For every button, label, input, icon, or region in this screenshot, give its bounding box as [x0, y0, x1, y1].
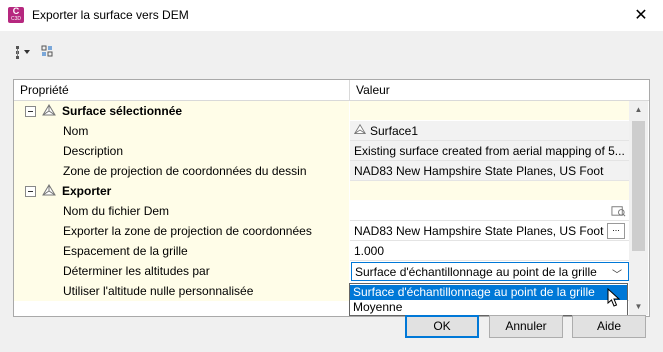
scroll-thumb[interactable]	[632, 121, 645, 251]
column-header-value[interactable]: Valeur	[356, 83, 390, 97]
ellipsis-button[interactable]: ...	[607, 223, 625, 239]
property-row-dem-filename[interactable]: Nom du fichier Dem	[14, 201, 629, 221]
property-row-description[interactable]: Description Existing surface created fro…	[14, 141, 629, 161]
property-value: 1.000	[354, 244, 385, 258]
title-bar: C C3D Exporter la surface vers DEM ✕	[0, 0, 663, 31]
help-button[interactable]: Aide	[572, 315, 646, 338]
property-label: Description	[63, 144, 124, 158]
property-row-drawing-zone[interactable]: Zone de projection de coordonnées du des…	[14, 161, 629, 181]
property-label: Nom	[63, 124, 89, 138]
category-label: Exporter	[62, 184, 112, 198]
property-label: Zone de projection de coordonnées du des…	[63, 164, 307, 178]
property-label: Exporter la zone de projection de coordo…	[63, 224, 312, 238]
cancel-button[interactable]: Annuler	[489, 315, 563, 338]
property-label: Espacement de la grille	[63, 244, 188, 258]
surface-category-icon	[42, 104, 56, 116]
collapse-toggle-icon[interactable]	[25, 186, 36, 197]
property-value-cell: Surface1	[350, 121, 629, 141]
column-header-property[interactable]: Propriété	[20, 83, 69, 97]
select-value: Surface d'échantillonnage au point de la…	[355, 265, 597, 279]
property-label: Utiliser l'altitude nulle personnalisée	[63, 284, 254, 298]
column-divider[interactable]	[349, 80, 350, 100]
property-grid[interactable]: Propriété Valeur Surface sélectionnée No	[13, 79, 650, 317]
property-value: NAD83 New Hampshire State Planes, US Foo…	[354, 164, 604, 178]
browse-folder-icon[interactable]	[611, 203, 626, 218]
elevation-method-dropdown-list[interactable]: Surface d'échantillonnage au point de la…	[349, 283, 628, 316]
chevron-down-icon[interactable]: ﹀	[612, 266, 622, 281]
property-value-cell: Existing surface created from aerial map…	[350, 141, 629, 161]
collapse-toggle-icon[interactable]	[25, 106, 36, 117]
collapse-all-icon[interactable]	[40, 44, 60, 60]
close-icon[interactable]: ✕	[619, 0, 663, 31]
vertical-scrollbar[interactable]: ▲ ▼	[629, 101, 648, 315]
property-value: NAD83 New Hampshire State Planes, US Foo…	[354, 224, 604, 238]
surface-icon	[353, 123, 367, 134]
property-value-cell: NAD83 New Hampshire State Planes, US Foo…	[350, 161, 629, 181]
scroll-down-icon[interactable]: ▼	[629, 298, 648, 315]
property-label: Déterminer les altitudes par	[63, 264, 210, 278]
window-title: Exporter la surface vers DEM	[32, 8, 189, 22]
dropdown-option-average[interactable]: Moyenne	[350, 300, 627, 315]
scroll-up-icon[interactable]: ▲	[629, 101, 648, 118]
category-value-cell	[350, 101, 629, 120]
grid-header: Propriété Valeur	[14, 80, 649, 101]
category-row-surface[interactable]: Surface sélectionnée	[14, 101, 629, 121]
civil3d-app-icon: C C3D	[8, 7, 24, 23]
dem-filename-field[interactable]	[350, 201, 629, 221]
ok-button[interactable]: OK	[405, 315, 479, 338]
property-row-nom[interactable]: Nom Surface1	[14, 121, 629, 141]
expand-all-icon[interactable]	[14, 44, 34, 60]
category-row-exporter[interactable]: Exporter	[14, 181, 629, 201]
property-row-export-zone[interactable]: Exporter la zone de projection de coordo…	[14, 221, 629, 241]
grid-spacing-field[interactable]: 1.000	[350, 241, 629, 261]
elevation-method-select[interactable]: Surface d'échantillonnage au point de la…	[351, 262, 629, 281]
property-label: Nom du fichier Dem	[63, 204, 170, 218]
property-row-grid-spacing[interactable]: Espacement de la grille 1.000	[14, 241, 629, 261]
category-label: Surface sélectionnée	[62, 104, 183, 118]
property-value: Surface1	[370, 124, 419, 138]
export-zone-field[interactable]: NAD83 New Hampshire State Planes, US Foo…	[350, 221, 629, 241]
category-value-cell	[350, 181, 629, 200]
export-category-icon	[42, 184, 56, 196]
mouse-cursor-icon	[607, 288, 621, 307]
dropdown-option-sampling[interactable]: Surface d'échantillonnage au point de la…	[350, 285, 627, 300]
property-value: Existing surface created from aerial map…	[354, 144, 624, 158]
